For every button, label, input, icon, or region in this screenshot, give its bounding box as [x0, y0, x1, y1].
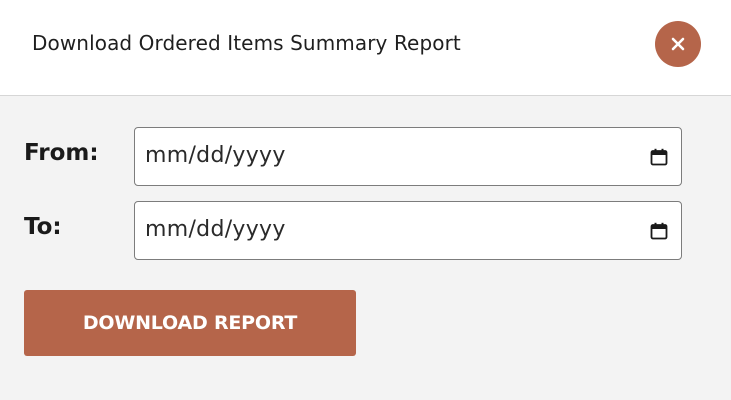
report-modal: Download Ordered Items Summary Report Fr…: [0, 0, 731, 400]
to-date-input[interactable]: mm/dd/yyyy: [134, 201, 682, 260]
close-icon: [671, 37, 685, 51]
to-date-placeholder: mm/dd/yyyy: [145, 217, 286, 242]
calendar-icon[interactable]: [650, 222, 668, 240]
download-report-button[interactable]: DOWNLOAD REPORT: [24, 290, 356, 356]
from-date-input[interactable]: mm/dd/yyyy: [134, 127, 682, 186]
modal-header: Download Ordered Items Summary Report: [0, 0, 731, 96]
close-button[interactable]: [655, 21, 701, 67]
from-label: From:: [24, 140, 99, 166]
from-date-placeholder: mm/dd/yyyy: [145, 143, 286, 168]
modal-title: Download Ordered Items Summary Report: [32, 31, 461, 55]
to-label: To:: [24, 214, 62, 240]
calendar-icon[interactable]: [650, 148, 668, 166]
